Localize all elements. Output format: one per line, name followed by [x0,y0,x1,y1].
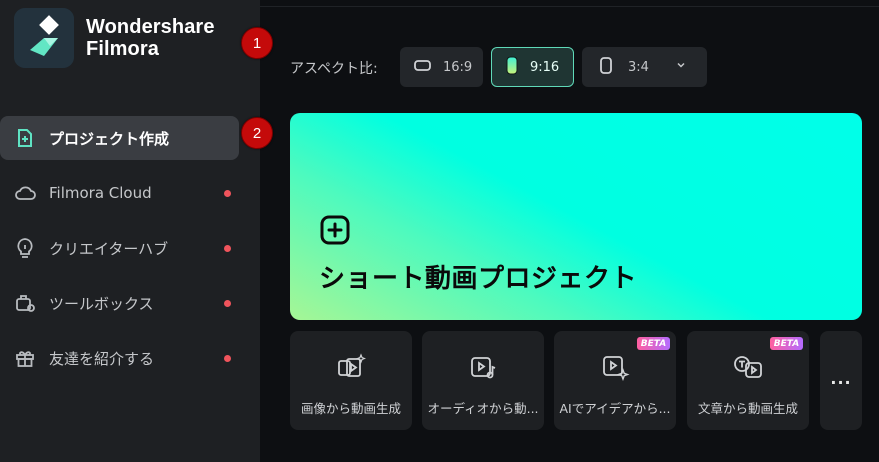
sidebar-item-create-project[interactable]: プロジェクト作成 [0,116,239,160]
brand-name: Wondershare Filmora [86,16,215,60]
tool-label: 画像から動画生成 [300,401,401,416]
chevron-down-icon [676,59,686,74]
landscape-ratio-icon [414,59,431,75]
brand-line-2: Filmora [86,38,159,60]
tool-audio-to-video[interactable]: オーディオから動... [422,331,544,430]
more-tools-button[interactable]: ... [820,331,862,430]
ai-idea-video-icon [600,353,630,385]
sidebar-item-toolbox[interactable]: ツールボックス [0,281,260,325]
short-video-project-card[interactable]: ショート動画プロジェクト [290,113,862,320]
aspect-ratio-label: アスペクト比: [290,61,378,77]
text-to-video-icon [732,353,764,385]
notification-dot [224,245,231,252]
annotation-badge-2: 2 [241,117,273,149]
tool-text-to-video[interactable]: BETA 文章から動画生成 [687,331,809,430]
filmora-logo-icon [14,8,74,68]
aspect-9-16-button[interactable]: 9:16 [491,47,574,87]
aspect-16-9-button[interactable]: 16:9 [400,47,483,87]
tool-label: AIでアイデアから... [559,401,671,416]
aspect-option-label: 9:16 [530,59,560,75]
plus-square-icon [319,214,351,250]
tool-label: オーディオから動... [427,401,539,416]
more-dots-icon: ... [830,369,852,388]
sidebar-item-label: Filmora Cloud [49,184,152,202]
sidebar-item-creator-hub[interactable]: クリエイターハブ [0,226,260,270]
sidebar-item-label: ツールボックス [49,294,154,313]
portrait-3-4-icon [600,56,612,78]
sidebar-item-label: クリエイターハブ [49,239,169,258]
notification-dot [224,355,231,362]
sidebar-item-label: 友達を紹介する [49,349,155,368]
tool-ai-idea-to-video[interactable]: BETA AIでアイデアから... [554,331,676,430]
cloud-icon [13,181,37,205]
beta-badge: BETA [637,337,670,350]
sidebar: Wondershare Filmora プロジェクト作成 Filmora Clo… [0,0,260,462]
new-project-icon [13,126,37,150]
aspect-3-4-dropdown[interactable]: 3:4 [582,47,707,87]
tool-label: 文章から動画生成 [697,401,798,416]
gift-icon [13,346,37,370]
lightbulb-icon [13,236,37,260]
sidebar-item-label: プロジェクト作成 [49,129,170,148]
notification-dot [224,300,231,307]
top-divider [260,6,879,7]
notification-dot [224,190,231,197]
annotation-badge-1: 1 [241,27,273,59]
hero-title: ショート動画プロジェクト [319,264,638,294]
tool-image-to-video[interactable]: 画像から動画生成 [290,331,412,430]
toolbox-icon [13,291,37,315]
audio-to-video-icon [468,353,498,385]
sidebar-item-refer-friend[interactable]: 友達を紹介する [0,336,260,380]
image-to-video-icon [336,353,367,385]
aspect-option-label: 3:4 [628,59,649,75]
beta-badge: BETA [770,337,803,350]
sidebar-item-filmora-cloud[interactable]: Filmora Cloud [0,171,260,215]
app-logo[interactable]: Wondershare Filmora [14,8,215,68]
portrait-ratio-icon [506,56,518,79]
sidebar-nav: プロジェクト作成 Filmora Cloud クリエイターハブ ツールボックス … [0,116,260,391]
brand-line-1: Wondershare [86,16,215,38]
aspect-option-label: 16:9 [443,59,473,75]
